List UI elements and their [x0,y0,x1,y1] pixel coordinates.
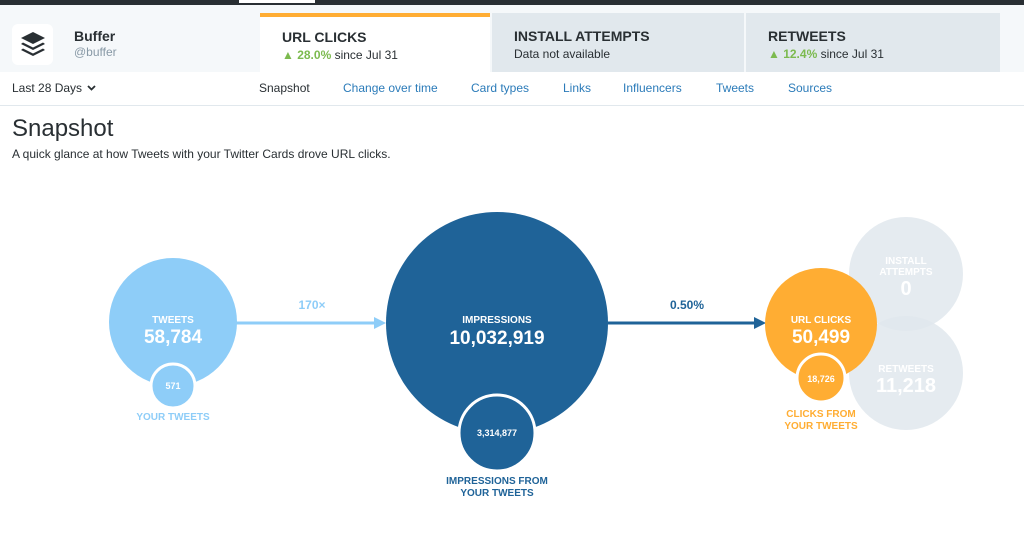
ratio-impressions-clicks: 0.50% [670,298,704,312]
retweets-label: RETWEETS [878,364,934,375]
funnel-diagram: INSTALL ATTEMPTS 0 RETWEETS 11,218 170× … [109,212,963,499]
arrowhead-icon [374,317,386,329]
install-attempts-value: 0 [900,278,911,300]
impressions-from-label-1: IMPRESSIONS FROM [446,476,548,487]
impressions-value: 10,032,919 [449,328,544,349]
url-clicks-label: URL CLICKS [791,315,852,326]
install-attempts-label-1: INSTALL [885,256,926,267]
clicks-from-label-2: YOUR TWEETS [784,421,858,432]
clicks-from-your-tweets-value: 18,726 [807,374,835,384]
arrowhead-icon [754,317,766,329]
your-tweets-value: 571 [165,381,180,391]
tweets-value: 58,784 [144,327,203,348]
url-clicks-value: 50,499 [792,327,850,348]
retweets-value: 11,218 [876,375,936,397]
impressions-label: IMPRESSIONS [462,315,532,326]
tweets-label: TWEETS [152,315,194,326]
your-tweets-label: YOUR TWEETS [136,412,210,423]
impressions-from-your-tweets-value: 3,314,877 [477,428,517,438]
install-attempts-label-2: ATTEMPTS [879,267,932,278]
impressions-from-label-2: YOUR TWEETS [460,488,534,499]
clicks-from-label-1: CLICKS FROM [786,409,855,420]
ratio-tweets-impressions: 170× [298,298,325,312]
